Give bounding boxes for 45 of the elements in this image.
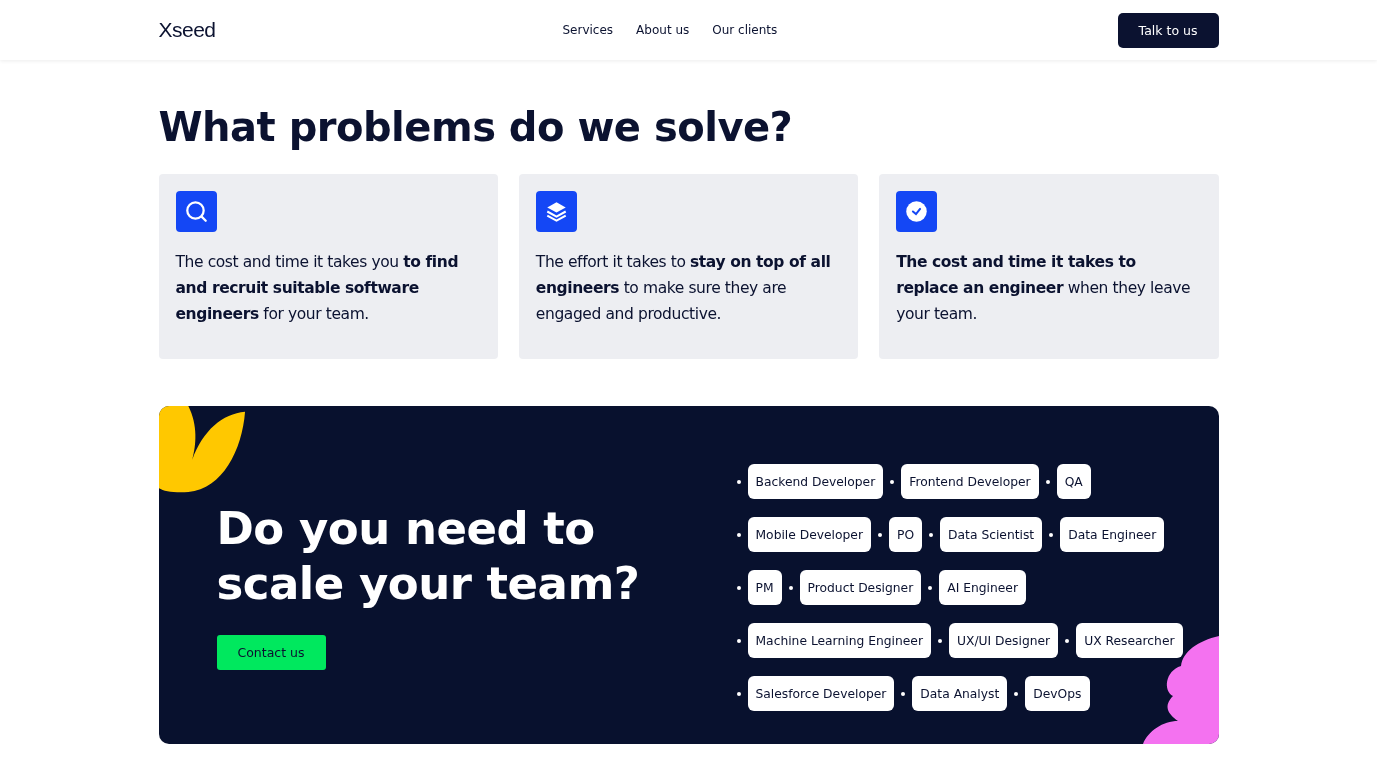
role-tag: AI Engineer (939, 570, 1026, 605)
bullet-dot (1065, 638, 1070, 643)
bullet-dot (878, 532, 882, 537)
bullet-dot (788, 585, 793, 590)
bullet-dot (901, 691, 906, 696)
role-tag: Product Designer (799, 570, 922, 605)
role-tag: Data Analyst (912, 676, 1008, 711)
bullet-dot (736, 638, 741, 643)
role-tag: Data Scientist (940, 517, 1043, 552)
bullet-dot (1014, 691, 1019, 696)
bullet-dot (736, 479, 741, 484)
nav-link[interactable]: Services (562, 23, 614, 37)
bullet-dot (1049, 532, 1054, 537)
bullet-dot (929, 532, 934, 537)
problem-text: The effort it takes to stay on top of all engineers to make sure they are engaged and productive. (535, 252, 832, 325)
nav-link[interactable]: About us (636, 23, 690, 37)
bullet-dot (1045, 479, 1050, 484)
layers-icon (535, 191, 577, 232)
contact-button[interactable]: Contact us (216, 634, 326, 670)
role-tag: Backend Developer (747, 464, 884, 499)
problem-text: The cost and time it takes you to find and recruit suitable software engineers for your team. (175, 252, 460, 325)
banner-title: Do you need to scale your team? (216, 500, 641, 611)
role-tag: QA (1056, 464, 1091, 499)
role-tag: Machine Learning Engineer (747, 623, 931, 658)
talk-button[interactable]: Talk to us (1117, 12, 1219, 48)
bullet-dot (736, 585, 741, 590)
search-icon (175, 191, 217, 232)
nav-link[interactable]: Our clients (712, 23, 778, 37)
role-tag: Mobile Developer (747, 517, 871, 552)
role-tag: UX Researcher (1076, 623, 1183, 658)
role-tag: UX/UI Designer (948, 623, 1059, 658)
role-tag: Salesforce Developer (747, 676, 895, 711)
bullet-dot (736, 691, 741, 696)
section-title: What problems do we solve? (158, 104, 794, 150)
role-tag: DevOps (1025, 676, 1090, 711)
role-tag: Frontend Developer (901, 464, 1039, 499)
bullet-dot (736, 532, 741, 537)
bullet-dot (937, 638, 942, 643)
problem-text: The cost and time it takes to replace an engineer when they leave your team. (896, 252, 1192, 325)
bullet-dot (890, 479, 895, 484)
bullet-dot (928, 585, 933, 590)
logo[interactable]: Xseed (158, 18, 216, 42)
role-tag: PO (889, 517, 923, 552)
role-tag: Data Engineer (1060, 517, 1165, 552)
role-tag: PM (747, 570, 782, 605)
